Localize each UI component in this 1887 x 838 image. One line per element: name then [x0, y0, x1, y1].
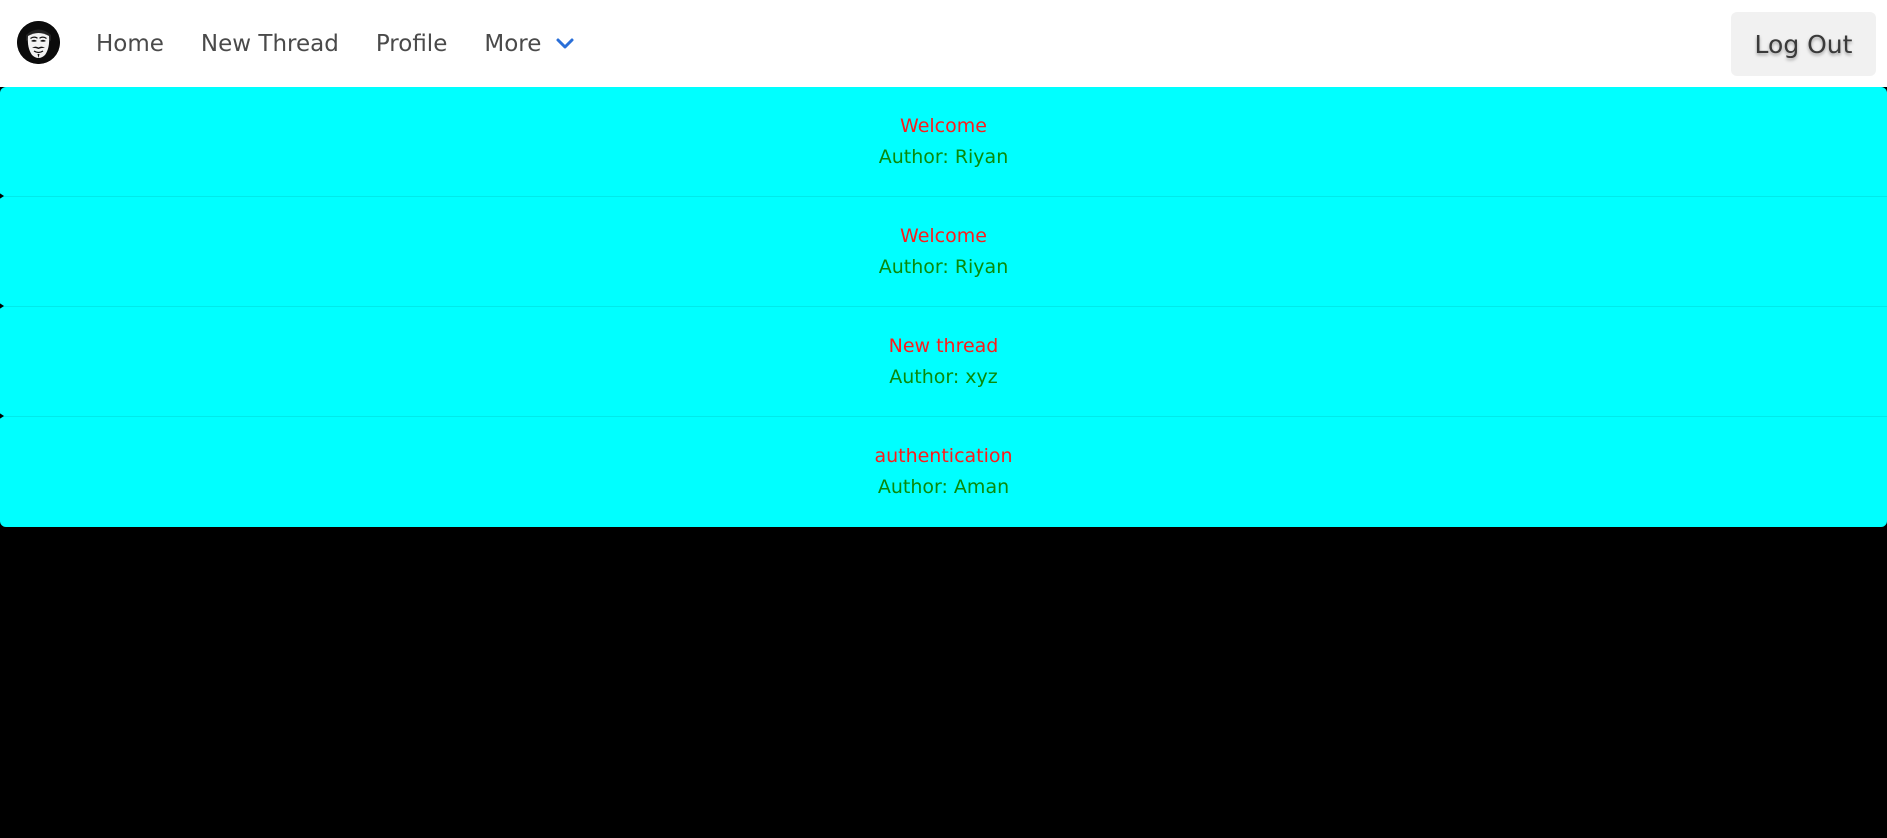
anonymous-mask-icon[interactable] — [17, 21, 60, 64]
nav-new-thread-link[interactable]: New Thread — [201, 31, 339, 57]
divider-notch — [0, 302, 4, 310]
nav-home-link[interactable]: Home — [96, 31, 164, 57]
nav-profile-link[interactable]: Profile — [376, 31, 448, 57]
thread-title[interactable]: New thread — [889, 331, 999, 362]
thread-author: Author: xyz — [889, 365, 998, 388]
nav-links: Home New Thread Profile More — [96, 0, 575, 87]
divider-notch — [0, 192, 4, 200]
thread-list: Welcome Author: Riyan Welcome Author: Ri… — [0, 87, 1887, 527]
nav-more-label: More — [484, 30, 542, 57]
thread-list-item[interactable]: New thread Author: xyz — [0, 307, 1887, 420]
thread-title[interactable]: Welcome — [900, 111, 987, 142]
thread-author: Author: Riyan — [878, 145, 1009, 168]
thread-list-item[interactable]: Welcome Author: Riyan — [0, 87, 1887, 200]
thread-list-item[interactable]: Welcome Author: Riyan — [0, 197, 1887, 310]
thread-title[interactable]: Welcome — [900, 221, 987, 252]
thread-author: Author: Riyan — [878, 255, 1009, 278]
thread-title[interactable]: authentication — [874, 441, 1012, 472]
nav-more-dropdown[interactable]: More — [484, 31, 575, 57]
thread-author: Author: Aman — [877, 476, 1010, 498]
log-out-button[interactable]: Log Out — [1731, 12, 1876, 76]
top-navbar: Home New Thread Profile More Log Out — [0, 0, 1887, 87]
chevron-down-icon — [555, 31, 575, 57]
divider-notch — [0, 412, 4, 420]
thread-list-item[interactable]: authentication Author: Aman — [0, 417, 1887, 527]
